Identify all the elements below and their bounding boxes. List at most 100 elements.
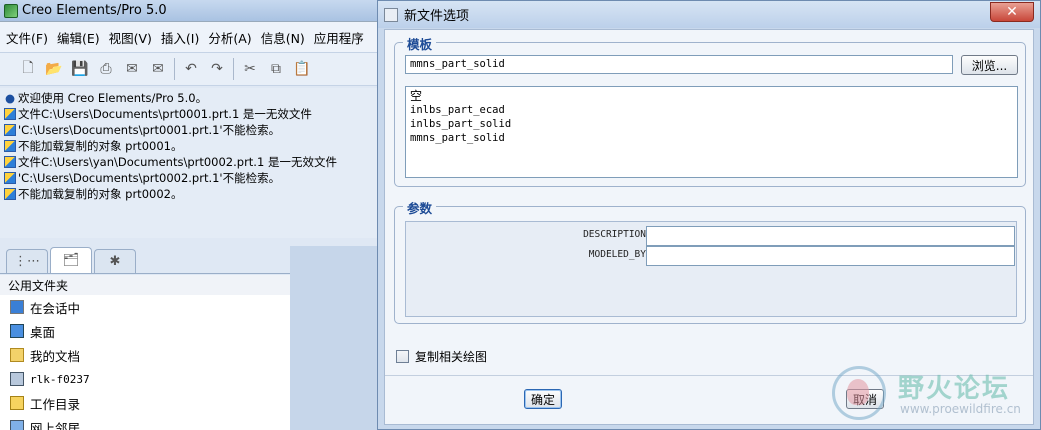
message-line: ● 欢迎使用 Creo Elements/Pro 5.0。 — [4, 90, 381, 106]
toolbar-separator — [174, 58, 175, 80]
network-icon — [10, 420, 24, 430]
template-option-empty[interactable]: 空 — [410, 89, 1013, 103]
close-button[interactable]: ✕ — [990, 2, 1034, 22]
menu-file[interactable]: 文件(F) — [4, 28, 55, 47]
folder-item-computer[interactable]: rlk-f0237 — [0, 367, 290, 391]
watermark-url: www.proewildfire.cn — [900, 402, 1021, 416]
warning-icon — [4, 172, 16, 184]
copy-drawing-checkbox[interactable] — [396, 350, 409, 363]
graphics-area[interactable] — [290, 246, 384, 430]
menu-insert[interactable]: 插入(I) — [159, 28, 206, 47]
session-icon — [10, 300, 24, 314]
message-text: 不能加载复制的对象 prt0001。 — [18, 139, 183, 153]
template-option[interactable]: mmns_part_solid — [410, 131, 1013, 145]
folder-item-label: 在会话中 — [30, 300, 81, 316]
message-text: 'C:\Users\Documents\prt0002.prt.1'不能检索。 — [18, 171, 281, 185]
copy-drawing-option[interactable]: 复制相关绘图 — [396, 348, 487, 365]
warning-icon — [4, 140, 16, 152]
template-list[interactable]: 空 inlbs_part_ecad inlbs_part_solid mmns_… — [405, 86, 1018, 178]
folder-item-documents[interactable]: 我的文档 — [0, 343, 290, 367]
template-option[interactable]: inlbs_part_ecad — [410, 103, 1013, 117]
paste-icon[interactable]: 📋 — [292, 59, 312, 79]
folder-item-desktop[interactable]: 桌面 — [0, 319, 290, 343]
message-line: 不能加载复制的对象 prt0001。 — [4, 138, 381, 154]
message-line: 文件C:\Users\Documents\prt0001.prt.1 是一无效文… — [4, 106, 381, 122]
message-line: 'C:\Users\Documents\prt0001.prt.1'不能检索。 — [4, 122, 381, 138]
watermark: 野火论坛 www.proewildfire.cn — [826, 362, 1038, 426]
message-text: 欢迎使用 Creo Elements/Pro 5.0。 — [18, 91, 208, 105]
menu-bar: 文件(F) 编辑(E) 视图(V) 插入(I) 分析(A) 信息(N) 应用程序 — [0, 22, 384, 52]
warning-icon — [4, 108, 16, 120]
message-line: 文件C:\Users\yan\Documents\prt0002.prt.1 是… — [4, 154, 381, 170]
copy-icon[interactable]: ⧉ — [266, 59, 286, 79]
tab-favorites[interactable]: ✱ — [94, 249, 136, 273]
navigator-tabs: ⋮⋯ 🗂 ✱ — [0, 246, 290, 274]
folder-item-label: 我的文档 — [30, 348, 81, 364]
close-icon: ✕ — [1006, 4, 1018, 20]
param-label: MODELED_BY — [588, 249, 646, 260]
warning-icon — [4, 124, 16, 136]
redo-icon[interactable]: ↷ — [207, 59, 227, 79]
message-area: ● 欢迎使用 Creo Elements/Pro 5.0。 文件C:\Users… — [0, 88, 384, 238]
toolbar-separator — [233, 58, 234, 80]
folder-item-label: 桌面 — [30, 324, 56, 340]
menu-info[interactable]: 信息(N) — [259, 28, 312, 47]
cut-icon[interactable]: ✂ — [240, 59, 260, 79]
message-text: 不能加载复制的对象 prt0002。 — [18, 187, 183, 201]
info-bullet-icon: ● — [4, 91, 16, 105]
folder-item-network[interactable]: 网上邻居 — [0, 415, 290, 430]
folder-item-working-dir[interactable]: 工作目录 — [0, 391, 290, 415]
print-icon[interactable]: ⎙ — [96, 59, 116, 79]
tab-model-tree[interactable]: ⋮⋯ — [6, 249, 48, 273]
template-group: 模板 mmns_part_solid 浏览... 空 inlbs_part_ec… — [394, 34, 1026, 187]
folder-item-label: 网上邻居 — [30, 420, 81, 430]
message-text: 文件C:\Users\Documents\prt0001.prt.1 是一无效文… — [18, 107, 312, 121]
param-row-modeled-by: MODELED_BY — [406, 246, 1018, 266]
warning-icon — [4, 188, 16, 200]
template-group-label: 模板 — [403, 34, 437, 53]
working-dir-icon — [10, 396, 24, 410]
open-folder-icon[interactable]: 📂 — [44, 59, 64, 79]
copy-drawing-label: 复制相关绘图 — [415, 350, 488, 364]
watermark-text: 野火论坛 — [898, 374, 1011, 404]
template-input[interactable]: mmns_part_solid — [405, 55, 953, 74]
favorites-icon: ✱ — [109, 254, 121, 269]
new-file-icon[interactable]: 🗋 — [18, 59, 38, 79]
dialog-title: 新文件选项 — [404, 9, 470, 24]
folder-browser: 公用文件夹 在会话中 桌面 我的文档 rlk-f0237 工作目录 网上邻居 — [0, 275, 290, 430]
send-icon[interactable]: ✉ — [122, 59, 142, 79]
message-line: 不能加载复制的对象 prt0002。 — [4, 186, 381, 202]
folder-item-label: 工作目录 — [30, 396, 81, 412]
dialog-app-icon — [384, 7, 398, 22]
dialog-title-bar[interactable]: 新文件选项 — [378, 1, 1040, 28]
warning-icon — [4, 156, 16, 168]
menu-view[interactable]: 视图(V) — [107, 28, 159, 47]
parameters-group-label: 参数 — [403, 198, 437, 217]
undo-icon[interactable]: ↶ — [181, 59, 201, 79]
folder-item-in-session[interactable]: 在会话中 — [0, 295, 290, 319]
param-label: DESCRIPTION — [583, 229, 646, 240]
tab-folder-browser[interactable]: 🗂 — [50, 247, 92, 273]
menu-applications[interactable]: 应用程序 — [312, 28, 371, 47]
save-icon[interactable]: 💾 — [70, 59, 90, 79]
message-text: 文件C:\Users\yan\Documents\prt0002.prt.1 是… — [18, 155, 337, 169]
main-title-bar: Creo Elements/Pro 5.0 — [0, 0, 384, 22]
ok-button[interactable]: 确定 — [524, 389, 562, 409]
menu-analysis[interactable]: 分析(A) — [206, 28, 258, 47]
parameters-table: DESCRIPTION MODELED_BY — [405, 221, 1017, 317]
creo-app-icon — [4, 3, 18, 18]
computer-icon — [10, 372, 24, 386]
menu-edit[interactable]: 编辑(E) — [55, 28, 107, 47]
folder-item-label: rlk-f0237 — [30, 372, 90, 386]
modeled-by-field[interactable] — [646, 246, 1015, 266]
mail-icon[interactable]: ✉ — [148, 59, 168, 79]
model-tree-icon: ⋮⋯ — [14, 254, 40, 269]
creo-main-window: Creo Elements/Pro 5.0 文件(F) 编辑(E) 视图(V) … — [0, 0, 385, 430]
folder-browser-header: 公用文件夹 — [0, 275, 290, 295]
desktop-icon — [10, 324, 24, 338]
main-toolbar: 🗋 📂 💾 ⎙ ✉ ✉ ↶ ↷ ✂ ⧉ 📋 — [0, 52, 384, 86]
message-text: 'C:\Users\Documents\prt0001.prt.1'不能检索。 — [18, 123, 281, 137]
description-field[interactable] — [646, 226, 1015, 246]
template-option[interactable]: inlbs_part_solid — [410, 117, 1013, 131]
browse-button[interactable]: 浏览... — [961, 55, 1018, 75]
